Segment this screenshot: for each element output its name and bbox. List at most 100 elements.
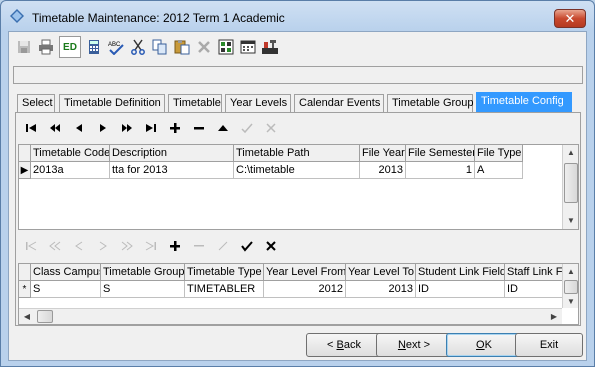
timetable-link-grid[interactable]: Class Campus Timetable Group Timetable T…: [18, 263, 579, 325]
next-page-icon[interactable]: [116, 117, 138, 139]
first-icon[interactable]: [20, 117, 42, 139]
scroll-up-arrow[interactable]: ▲: [563, 264, 578, 280]
cell-student-link-field[interactable]: ID: [416, 281, 505, 298]
title-bar[interactable]: Timetable Maintenance: 2012 Term 1 Acade…: [1, 1, 594, 31]
column-header[interactable]: Timetable Type: [185, 264, 264, 281]
tools-icon[interactable]: [259, 36, 281, 58]
main-window: Timetable Maintenance: 2012 Term 1 Acade…: [0, 0, 595, 367]
print-icon[interactable]: [35, 36, 57, 58]
cell-staff-link-field[interactable]: ID: [505, 281, 563, 298]
column-header[interactable]: Timetable Path: [234, 145, 360, 162]
cell-file-year[interactable]: 2013: [360, 162, 406, 179]
calculator-icon[interactable]: [83, 36, 105, 58]
prior-page-icon[interactable]: [44, 117, 66, 139]
app-icon: [10, 9, 24, 23]
grid-header: Class Campus Timetable Group Timetable T…: [19, 264, 563, 281]
grid-header: Timetable Code Description Timetable Pat…: [19, 145, 523, 162]
scroll-up-arrow[interactable]: ▲: [563, 145, 578, 161]
tab-timetable-group[interactable]: Timetable Group: [387, 94, 474, 112]
close-button[interactable]: ✕: [554, 9, 586, 28]
next-icon[interactable]: [92, 235, 114, 257]
cell-timetable-path[interactable]: C:\timetable: [234, 162, 360, 179]
tab-strip: Select Timetable Definition Timetable Ye…: [17, 92, 577, 113]
column-header[interactable]: Timetable Group: [101, 264, 185, 281]
scroll-thumb[interactable]: [37, 310, 53, 323]
next-icon[interactable]: [92, 117, 114, 139]
scroll-down-arrow[interactable]: ▼: [563, 294, 578, 310]
delete-record-icon[interactable]: [188, 235, 210, 257]
edit-icon[interactable]: [212, 235, 234, 257]
cancel-icon[interactable]: [260, 117, 282, 139]
next-page-icon[interactable]: [116, 235, 138, 257]
tab-select[interactable]: Select: [17, 94, 55, 112]
cell-file-semester[interactable]: 1: [406, 162, 475, 179]
footer-buttons: < Back Next > OK Exit: [9, 330, 586, 362]
header-indicator: [19, 145, 31, 162]
column-header[interactable]: File Year: [360, 145, 406, 162]
save-icon[interactable]: [13, 36, 35, 58]
column-header[interactable]: Class Campus: [31, 264, 101, 281]
cell-class-campus[interactable]: S: [31, 281, 101, 298]
first-icon[interactable]: [20, 235, 42, 257]
row-indicator: *: [19, 281, 31, 298]
upper-grid-vscroll[interactable]: ▲ ▼: [562, 145, 578, 229]
post-icon[interactable]: [236, 235, 258, 257]
back-button[interactable]: < Back: [306, 333, 382, 357]
table-row[interactable]: ▶ 2013a tta for 2013 C:\timetable 2013 1…: [19, 162, 523, 179]
exit-button[interactable]: Exit: [515, 333, 583, 357]
cell-description[interactable]: tta for 2013: [110, 162, 234, 179]
last-icon[interactable]: [140, 235, 162, 257]
next-button[interactable]: Next >: [376, 333, 452, 357]
edit-mode-icon[interactable]: ED: [59, 36, 81, 58]
column-header[interactable]: Year Level From: [264, 264, 346, 281]
scroll-left-arrow[interactable]: ◀: [19, 309, 35, 324]
column-header[interactable]: File Type: [475, 145, 523, 162]
tab-timetable-config[interactable]: Timetable Config: [476, 92, 572, 113]
column-header[interactable]: Student Link Field: [416, 264, 505, 281]
delete-icon[interactable]: [193, 36, 215, 58]
scroll-down-arrow[interactable]: ▼: [563, 213, 578, 229]
prior-icon[interactable]: [68, 235, 90, 257]
tab-calendar-events[interactable]: Calendar Events: [294, 94, 384, 112]
column-header[interactable]: Staff Link Fi: [505, 264, 563, 281]
delete-record-icon[interactable]: [188, 117, 210, 139]
cell-timetable-type[interactable]: TIMETABLER: [185, 281, 264, 298]
spellcheck-icon[interactable]: ABC: [105, 36, 127, 58]
tab-year-levels[interactable]: Year Levels: [225, 94, 291, 112]
cell-timetable-code[interactable]: 2013a: [31, 162, 110, 179]
row-indicator: ▶: [19, 162, 31, 179]
window-title: Timetable Maintenance: 2012 Term 1 Acade…: [32, 11, 285, 25]
scroll-thumb[interactable]: [564, 163, 578, 203]
cancel-icon[interactable]: [260, 235, 282, 257]
insert-icon[interactable]: [164, 235, 186, 257]
edit-icon[interactable]: [212, 117, 234, 139]
post-icon[interactable]: [236, 117, 258, 139]
cut-icon[interactable]: [127, 36, 149, 58]
cell-year-level-from[interactable]: 2012: [264, 281, 346, 298]
tab-timetable[interactable]: Timetable: [168, 94, 222, 112]
grid-icon[interactable]: [215, 36, 237, 58]
scroll-right-arrow[interactable]: ▶: [546, 309, 562, 324]
calendar-icon[interactable]: [237, 36, 259, 58]
table-row[interactable]: * S S TIMETABLER 2012 2013 ID ID: [19, 281, 563, 298]
paste-icon[interactable]: [171, 36, 193, 58]
prior-page-icon[interactable]: [44, 235, 66, 257]
scroll-thumb[interactable]: [564, 280, 578, 294]
lower-grid-vscroll[interactable]: ▲ ▼: [562, 264, 578, 308]
prior-icon[interactable]: [68, 117, 90, 139]
lower-grid-hscroll[interactable]: ◀ ▶: [19, 308, 562, 324]
column-header[interactable]: Year Level To: [346, 264, 416, 281]
timetable-config-grid[interactable]: Timetable Code Description Timetable Pat…: [18, 144, 579, 230]
insert-icon[interactable]: [164, 117, 186, 139]
copy-icon[interactable]: [149, 36, 171, 58]
cell-file-type[interactable]: A: [475, 162, 523, 179]
column-header[interactable]: File Semester: [406, 145, 475, 162]
tab-timetable-definition[interactable]: Timetable Definition: [59, 94, 165, 112]
last-icon[interactable]: [140, 117, 162, 139]
ok-button[interactable]: OK: [446, 333, 522, 357]
cell-year-level-to[interactable]: 2013: [346, 281, 416, 298]
cell-timetable-group[interactable]: S: [101, 281, 185, 298]
column-header[interactable]: Description: [110, 145, 234, 162]
column-header[interactable]: Timetable Code: [31, 145, 110, 162]
timetable-config-panel: Timetable Code Description Timetable Pat…: [15, 112, 581, 326]
